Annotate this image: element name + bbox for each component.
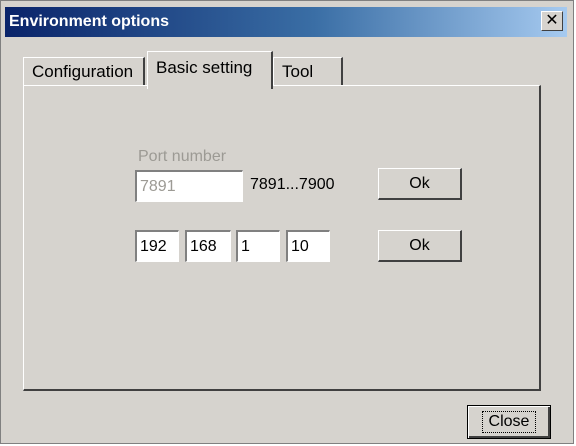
window-title: Environment options bbox=[9, 13, 169, 30]
ip-octet-1-input[interactable] bbox=[135, 230, 179, 262]
close-button[interactable]: Close bbox=[467, 405, 551, 439]
environment-options-dialog: Environment options ✕ Configuration Basi… bbox=[0, 0, 574, 444]
basic-setting-panel: Port number 7891...7900 Ok Ok bbox=[23, 85, 541, 391]
title-bar: Environment options ✕ bbox=[5, 7, 567, 37]
tab-tool[interactable]: Tool bbox=[273, 57, 343, 87]
port-range-text: 7891...7900 bbox=[250, 176, 335, 193]
ip-octet-4-input[interactable] bbox=[286, 230, 330, 262]
close-button-label: Close bbox=[481, 411, 537, 433]
port-number-label: Port number bbox=[138, 148, 227, 165]
tab-configuration[interactable]: Configuration bbox=[23, 57, 145, 87]
close-icon[interactable]: ✕ bbox=[541, 11, 563, 31]
port-number-input[interactable] bbox=[135, 170, 243, 202]
ip-octet-3-input[interactable] bbox=[236, 230, 280, 262]
port-ok-button[interactable]: Ok bbox=[378, 168, 462, 200]
ip-octet-2-input[interactable] bbox=[185, 230, 231, 262]
ip-ok-button[interactable]: Ok bbox=[378, 230, 462, 262]
tab-basic-setting[interactable]: Basic setting bbox=[147, 51, 273, 89]
